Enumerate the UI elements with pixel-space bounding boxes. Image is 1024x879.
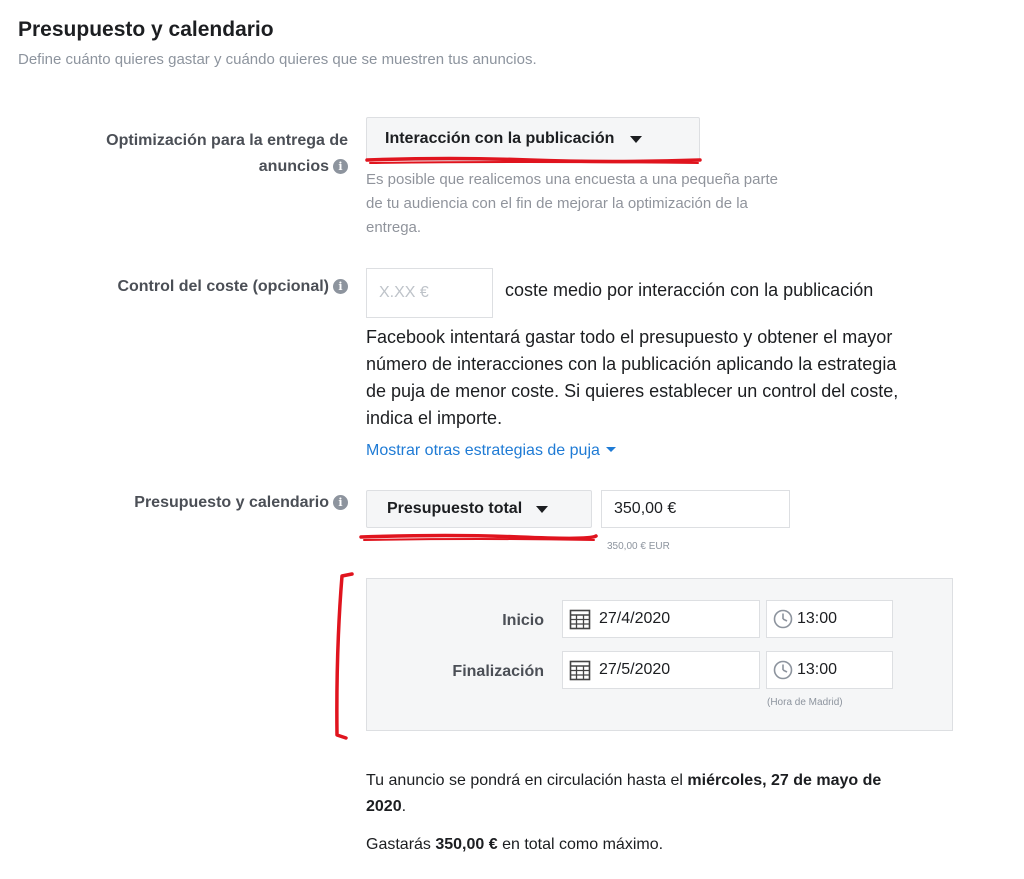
start-date-field[interactable]: 27/4/2020 bbox=[562, 600, 760, 638]
end-label: Finalización bbox=[452, 663, 544, 680]
budget-type-dropdown[interactable]: Presupuesto total bbox=[366, 490, 592, 528]
budget-amount-input[interactable]: 350,00 € bbox=[601, 490, 790, 528]
caret-down-icon bbox=[605, 447, 616, 452]
calendar-icon bbox=[569, 660, 591, 681]
end-date-value: 27/5/2020 bbox=[599, 661, 671, 678]
optimization-selected-label: Interacción con la publicación bbox=[385, 130, 615, 147]
section-title: Presupuesto y calendario bbox=[18, 18, 274, 41]
start-date-value: 27/4/2020 bbox=[599, 610, 671, 627]
cost-control-suffix: coste medio por interacción con la publi… bbox=[505, 280, 874, 300]
caret-down-icon bbox=[630, 135, 643, 143]
red-underline-optimization-2 bbox=[369, 161, 699, 164]
start-time-field[interactable]: 13:00 bbox=[766, 600, 893, 638]
optimization-label: Optimización para la entrega de anuncios… bbox=[106, 132, 348, 175]
timezone-note: (Hora de Madrid) bbox=[767, 697, 843, 708]
end-time-value: 13:00 bbox=[797, 661, 838, 678]
show-bid-strategies-link[interactable]: Mostrar otras estrategias de puja bbox=[366, 442, 616, 460]
cost-control-description: Facebook intentará gastar todo el presup… bbox=[366, 327, 899, 428]
optimization-dropdown[interactable]: Interacción con la publicación bbox=[366, 117, 700, 161]
budget-amount-note: 350,00 € EUR bbox=[607, 541, 670, 552]
red-bracket-schedule bbox=[335, 572, 354, 740]
calendar-icon bbox=[569, 609, 591, 630]
red-underline-budget bbox=[359, 533, 598, 541]
start-label: Inicio bbox=[502, 612, 544, 629]
caret-down-icon bbox=[536, 505, 549, 513]
budget-label: Presupuesto y calendario i bbox=[134, 494, 348, 512]
clock-icon bbox=[773, 609, 793, 629]
info-icon[interactable]: i bbox=[333, 279, 348, 294]
info-icon[interactable]: i bbox=[333, 159, 348, 174]
end-date-field[interactable]: 27/5/2020 bbox=[562, 651, 760, 689]
optimization-hint: Es posible que realicemos una encuesta a… bbox=[366, 171, 778, 236]
clock-icon bbox=[773, 660, 793, 680]
red-underline-budget-2 bbox=[363, 538, 595, 541]
schedule-summary: Tu anuncio se pondrá en circulación hast… bbox=[366, 772, 882, 815]
end-time-field[interactable]: 13:00 bbox=[766, 651, 893, 689]
start-time-value: 13:00 bbox=[797, 610, 838, 627]
info-icon[interactable]: i bbox=[333, 495, 348, 510]
cost-control-label: Control del coste (opcional) i bbox=[117, 278, 348, 296]
spend-summary: Gastarás 350,00 € en total como máximo. bbox=[366, 836, 664, 853]
section-subtitle: Define cuánto quieres gastar y cuándo qu… bbox=[18, 51, 537, 68]
budget-type-selected-label: Presupuesto total bbox=[387, 500, 523, 517]
cost-control-input[interactable] bbox=[366, 268, 493, 318]
